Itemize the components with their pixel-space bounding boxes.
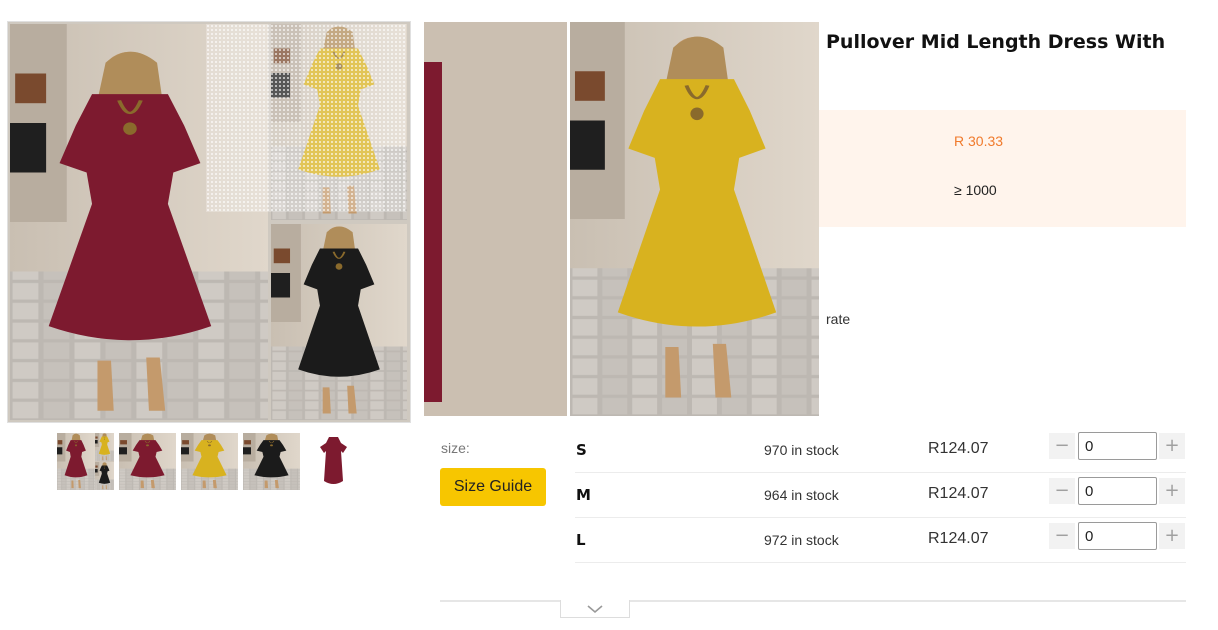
- size-price: R124.07: [928, 440, 989, 457]
- unit-price: R 30.33: [954, 133, 1004, 149]
- size-row-m: M 964 in stock R124.07 − +: [575, 473, 1186, 518]
- main-product-image[interactable]: [7, 21, 411, 423]
- product-title: Pullover Mid Length Dress With: [826, 31, 1166, 53]
- thumbnail-wine-dress-flat[interactable]: [305, 433, 362, 490]
- stock-count: 970 in stock: [764, 442, 839, 458]
- magnifier-lens[interactable]: [206, 24, 406, 212]
- size-price: R124.07: [928, 485, 989, 502]
- qty-decrement-button[interactable]: −: [1049, 478, 1075, 504]
- size-name: L: [576, 531, 586, 549]
- chevron-down-icon: [587, 604, 603, 613]
- qty-increment-button[interactable]: +: [1159, 433, 1185, 459]
- section-divider: [440, 600, 1186, 602]
- size-row-l: L 972 in stock R124.07 − +: [575, 518, 1186, 563]
- stock-count: 964 in stock: [764, 487, 839, 503]
- size-label: size:: [441, 440, 470, 456]
- minus-icon: −: [1054, 525, 1070, 546]
- plus-icon: +: [1164, 435, 1180, 456]
- minimum-order-quantity: ≥ 1000: [954, 182, 997, 198]
- size-price: R124.07: [928, 530, 989, 547]
- minus-icon: −: [1054, 435, 1070, 456]
- black-dress-photo: [271, 224, 407, 420]
- quantity-input[interactable]: [1078, 522, 1157, 550]
- price-panel: [800, 110, 1186, 227]
- quantity-input[interactable]: [1078, 477, 1157, 505]
- thumbnail-strip: [57, 433, 362, 490]
- thumbnail-wine-dress[interactable]: [119, 433, 176, 490]
- qty-increment-button[interactable]: +: [1159, 478, 1185, 504]
- rate-label: rate: [826, 311, 851, 327]
- size-guide-button[interactable]: Size Guide: [440, 468, 546, 506]
- size-name: M: [576, 486, 591, 504]
- plus-icon: +: [1164, 525, 1180, 546]
- plus-icon: +: [1164, 480, 1180, 501]
- stock-count: 972 in stock: [764, 532, 839, 548]
- size-name: S: [576, 441, 587, 459]
- thumbnail-black-dress[interactable]: [243, 433, 300, 490]
- quantity-input[interactable]: [1078, 432, 1157, 460]
- qty-decrement-button[interactable]: −: [1049, 523, 1075, 549]
- qty-increment-button[interactable]: +: [1159, 523, 1185, 549]
- thumbnail-yellow-dress[interactable]: [181, 433, 238, 490]
- size-row-s: S 970 in stock R124.07 − +: [575, 428, 1186, 473]
- expand-sizes-toggle[interactable]: [560, 600, 630, 618]
- qty-decrement-button[interactable]: −: [1049, 433, 1075, 459]
- thumbnail-collage[interactable]: [57, 433, 114, 490]
- minus-icon: −: [1054, 480, 1070, 501]
- zoom-preview-pane: [424, 22, 819, 416]
